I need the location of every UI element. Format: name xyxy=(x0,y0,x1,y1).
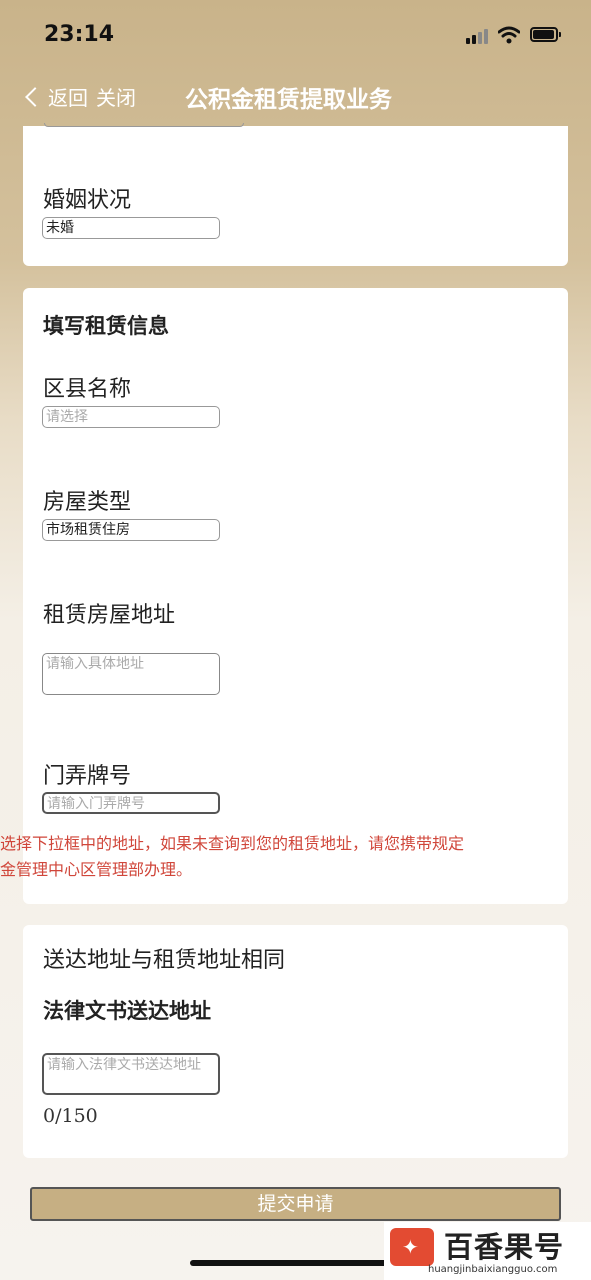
house-type-select[interactable]: 市场租赁住房 xyxy=(42,519,220,541)
rental-info-card: 填写租赁信息 区县名称 请选择 房屋类型 市场租赁住房 租赁房屋地址 请输入具体… xyxy=(23,288,568,904)
chevron-left-icon xyxy=(25,87,45,107)
door-number-label: 门弄牌号 xyxy=(43,764,132,789)
status-bar: 23:14 xyxy=(0,0,591,70)
signal-icon xyxy=(466,28,488,44)
marital-status-label: 婚姻状况 xyxy=(43,188,132,213)
back-button[interactable]: 返回 xyxy=(25,82,88,111)
home-indicator xyxy=(190,1260,390,1266)
legal-address-title: 法律文书送达地址 xyxy=(43,999,211,1023)
watermark-url: huangjinbaixiangguo.com xyxy=(428,1264,558,1275)
rental-address-label: 租赁房屋地址 xyxy=(43,603,176,628)
wifi-icon xyxy=(498,26,520,44)
back-label: 返回 xyxy=(48,86,88,110)
page-title: 公积金租赁提取业务 xyxy=(185,87,392,113)
house-type-label: 房屋类型 xyxy=(43,490,132,515)
district-select[interactable]: 请选择 xyxy=(42,406,220,428)
notice-line-2: 金管理中心区管理部办理。 xyxy=(0,860,193,879)
personal-info-card: 婚姻状况 未婚 xyxy=(23,123,568,266)
marital-status-field[interactable]: 未婚 xyxy=(42,217,220,239)
watermark-brand: 百香果号 xyxy=(444,1230,565,1264)
district-label: 区县名称 xyxy=(43,377,132,402)
address-notice: 选择下拉框中的地址，如果未查询到您的租赁地址，请您携带规定 金管理中心区管理部办… xyxy=(0,831,591,883)
char-counter: 0/150 xyxy=(43,1105,98,1127)
legal-address-input[interactable]: 请输入法律文书送达地址 xyxy=(42,1053,220,1095)
watermark: 百香果号 huangjinbaixiangguo.com xyxy=(384,1222,591,1280)
same-address-option[interactable]: 送达地址与租赁地址相同 xyxy=(43,942,285,974)
door-number-input[interactable]: 请输入门弄牌号 xyxy=(42,792,220,814)
brand-logo-icon xyxy=(390,1228,434,1266)
submit-button[interactable]: 提交申请 xyxy=(30,1187,561,1221)
battery-icon xyxy=(530,27,561,42)
notice-line-1: 选择下拉框中的地址，如果未查询到您的租赁地址，请您携带规定 xyxy=(0,834,465,853)
nav-bar: 返回 关闭 公积金租赁提取业务 xyxy=(0,70,591,125)
previous-field-edge xyxy=(44,123,244,127)
rental-section-title: 填写租赁信息 xyxy=(43,314,169,338)
delivery-card: 送达地址与租赁地址相同 法律文书送达地址 请输入法律文书送达地址 0/150 xyxy=(23,925,568,1158)
close-button[interactable]: 关闭 xyxy=(96,82,136,111)
status-time: 23:14 xyxy=(44,22,115,47)
rental-address-input[interactable]: 请输入具体地址 xyxy=(42,653,220,695)
